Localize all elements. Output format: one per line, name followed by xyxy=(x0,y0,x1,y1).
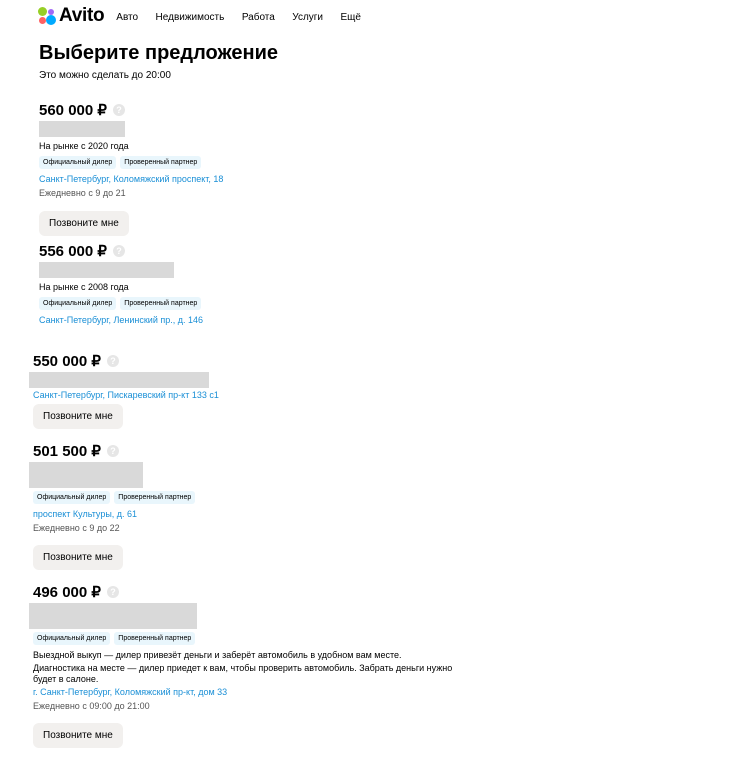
help-icon[interactable]: ? xyxy=(106,355,119,367)
avito-logo-icon xyxy=(38,7,56,25)
working-hours: Ежедневно с 09:00 до 21:00 xyxy=(33,701,150,711)
badge-official-dealer: Официальный дилер xyxy=(33,491,111,504)
call-me-button[interactable]: Позвоните мне xyxy=(33,723,123,748)
badge-verified-partner: Проверенный партнер xyxy=(120,156,202,169)
market-since: На рынке с 2020 года xyxy=(39,141,129,151)
dealer-address[interactable]: Санкт-Петербург, Ленинский пр., д. 146 xyxy=(39,315,205,325)
offer-card: 556 000 ₽ ? На рынке с 2008 года Официал… xyxy=(39,242,205,325)
badge-verified-partner: Проверенный партнер xyxy=(120,297,202,310)
nav-jobs[interactable]: Работа xyxy=(242,12,275,23)
help-icon[interactable]: ? xyxy=(112,245,125,257)
offer-price: 501 500 ₽ xyxy=(33,443,101,460)
dealer-name-placeholder xyxy=(39,121,125,137)
call-me-button[interactable]: Позвоните мне xyxy=(39,211,129,236)
offer-card: 560 000 ₽ ? На рынке с 2020 года Официал… xyxy=(39,101,223,236)
dealer-address[interactable]: Санкт-Петербург, Пискаревский пр-кт 133 … xyxy=(33,390,219,400)
dealer-name-placeholder xyxy=(29,603,197,629)
call-me-button[interactable]: Позвоните мне xyxy=(33,545,123,570)
badge-official-dealer: Официальный дилер xyxy=(39,156,117,169)
dealer-address[interactable]: проспект Культуры, д. 61 xyxy=(33,509,199,519)
main-nav: Авто Недвижимость Работа Услуги Ещё xyxy=(116,7,374,25)
badge-verified-partner: Проверенный партнер xyxy=(114,491,196,504)
working-hours: Ежедневно с 9 до 21 xyxy=(39,188,126,198)
badge-official-dealer: Официальный дилер xyxy=(33,632,111,645)
nav-services[interactable]: Услуги xyxy=(292,12,323,23)
dealer-name-placeholder xyxy=(29,462,143,488)
dealer-name-placeholder xyxy=(39,262,174,278)
offer-card: 496 000 ₽ ? Официальный дилер Проверенны… xyxy=(29,583,453,748)
market-since: На рынке с 2008 года xyxy=(39,282,129,292)
dealer-name-placeholder xyxy=(29,372,209,388)
nav-auto[interactable]: Авто xyxy=(116,12,138,23)
offsite-buyout-note: Выездной выкуп — дилер привезёт деньги и… xyxy=(33,650,402,660)
badge-verified-partner: Проверенный партнер xyxy=(114,632,196,645)
avito-logo[interactable]: Avito xyxy=(38,5,105,27)
offer-price: 556 000 ₽ xyxy=(39,243,107,260)
page-subtitle: Это можно сделать до 20:00 xyxy=(39,70,171,81)
help-icon[interactable]: ? xyxy=(106,586,119,598)
badge-official-dealer: Официальный дилер xyxy=(39,297,117,310)
nav-realty[interactable]: Недвижимость xyxy=(156,12,225,23)
logo-text: Avito xyxy=(59,5,105,26)
call-me-button[interactable]: Позвоните мне xyxy=(33,404,123,429)
onsite-diagnostics-note: Диагностика на месте — дилер приедет к в… xyxy=(33,663,453,684)
offer-price: 496 000 ₽ xyxy=(33,584,101,601)
dealer-address[interactable]: г. Санкт-Петербург, Коломяжский пр-кт, д… xyxy=(33,687,453,697)
help-icon[interactable]: ? xyxy=(112,104,125,116)
help-icon[interactable]: ? xyxy=(106,445,119,457)
header: Avito Авто Недвижимость Работа Услуги Ещ… xyxy=(38,4,374,28)
page-title: Выберите предложение xyxy=(39,42,279,64)
offer-price: 550 000 ₽ xyxy=(33,353,101,370)
offer-card: 550 000 ₽ ? Санкт-Петербург, Пискаревски… xyxy=(29,352,219,429)
working-hours: Ежедневно с 9 до 22 xyxy=(33,523,120,533)
offer-card: 501 500 ₽ ? Официальный дилер Проверенны… xyxy=(29,442,199,570)
offer-price: 560 000 ₽ xyxy=(39,102,107,119)
nav-more[interactable]: Ещё xyxy=(340,12,360,23)
dealer-address[interactable]: Санкт-Петербург, Коломяжский проспект, 1… xyxy=(39,174,223,184)
